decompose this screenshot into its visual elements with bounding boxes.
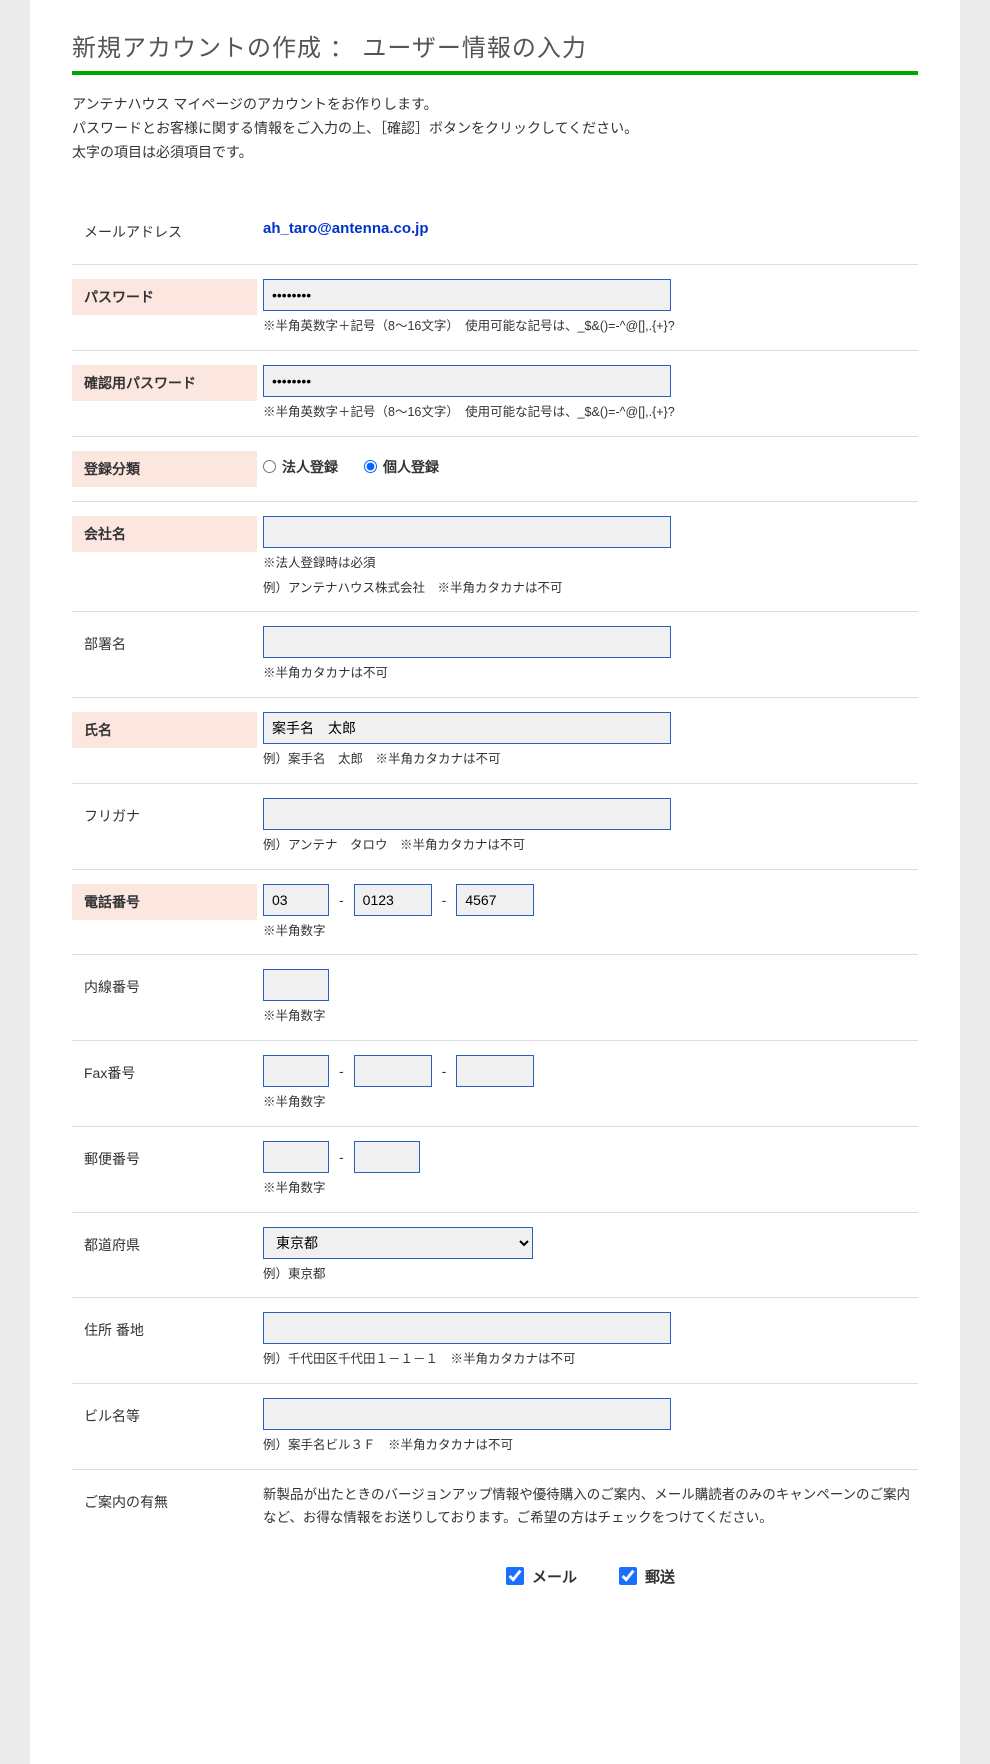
hint-extension: ※半角数字 (263, 1007, 918, 1026)
separator: - (438, 892, 451, 908)
label-address: 住所 番地 (72, 1312, 257, 1348)
building-input[interactable] (263, 1398, 671, 1430)
hint-password-confirm: ※半角英数字＋記号（8～16文字） 使用可能な記号は、_$&()=-^@[],.… (263, 403, 918, 422)
name-input[interactable] (263, 712, 671, 744)
hint-department: ※半角カタカナは不可 (263, 664, 918, 683)
separator: - (335, 1063, 348, 1079)
row-password: パスワード ※半角英数字＋記号（8～16文字） 使用可能な記号は、_$&()=-… (72, 264, 918, 350)
postal-input-1[interactable] (263, 1141, 329, 1173)
row-email: メールアドレス ah_taro@antenna.co.jp (72, 200, 918, 264)
hint-company-1: ※法人登録時は必須 (263, 554, 918, 573)
label-department: 部署名 (72, 626, 257, 662)
radio-corporate[interactable]: 法人登録 (263, 457, 338, 477)
hint-furigana: 例）アンテナ タロウ ※半角カタカナは不可 (263, 836, 918, 855)
phone-input-1[interactable] (263, 884, 329, 916)
label-email: メールアドレス (72, 214, 257, 250)
row-phone: 電話番号 - - ※半角数字 (72, 869, 918, 955)
label-guidance: ご案内の有無 (72, 1484, 257, 1520)
row-fax: Fax番号 - - ※半角数字 (72, 1040, 918, 1126)
hint-prefecture: 例）東京都 (263, 1265, 918, 1284)
label-fax: Fax番号 (72, 1055, 257, 1091)
label-name: 氏名 (72, 712, 257, 748)
separator: - (335, 892, 348, 908)
radio-individual-label: 個人登録 (383, 457, 439, 477)
hint-phone: ※半角数字 (263, 922, 918, 941)
label-password: パスワード (72, 279, 257, 315)
fax-input-2[interactable] (354, 1055, 432, 1087)
address-input[interactable] (263, 1312, 671, 1344)
label-building: ビル名等 (72, 1398, 257, 1434)
hint-company-2: 例）アンテナハウス株式会社 ※半角カタカナは不可 (263, 579, 918, 598)
hint-password: ※半角英数字＋記号（8～16文字） 使用可能な記号は、_$&()=-^@[],.… (263, 317, 918, 336)
label-phone: 電話番号 (72, 884, 257, 920)
intro-line: パスワードとお客様に関する情報をご入力の上、［確認］ボタンをクリックしてください… (72, 117, 918, 141)
label-reg-type: 登録分類 (72, 451, 257, 487)
row-prefecture: 都道府県 東京都 例）東京都 (72, 1212, 918, 1298)
radio-individual[interactable]: 個人登録 (364, 457, 439, 477)
label-furigana: フリガナ (72, 798, 257, 834)
extension-input[interactable] (263, 969, 329, 1001)
postal-input-2[interactable] (354, 1141, 420, 1173)
intro-line: アンテナハウス マイページのアカウントをお作りします。 (72, 93, 918, 117)
row-furigana: フリガナ 例）アンテナ タロウ ※半角カタカナは不可 (72, 783, 918, 869)
label-company: 会社名 (72, 516, 257, 552)
department-input[interactable] (263, 626, 671, 658)
separator: - (335, 1149, 348, 1165)
radio-corporate-label: 法人登録 (282, 457, 338, 477)
row-postal: 郵便番号 - ※半角数字 (72, 1126, 918, 1212)
radio-corporate-input[interactable] (263, 460, 276, 473)
furigana-input[interactable] (263, 798, 671, 830)
label-prefecture: 都道府県 (72, 1227, 257, 1263)
row-name: 氏名 例）案手名 太郎 ※半角カタカナは不可 (72, 697, 918, 783)
label-password-confirm: 確認用パスワード (72, 365, 257, 401)
radio-individual-input[interactable] (364, 460, 377, 473)
row-password-confirm: 確認用パスワード ※半角英数字＋記号（8～16文字） 使用可能な記号は、_$&(… (72, 350, 918, 436)
password-confirm-input[interactable] (263, 365, 671, 397)
page-title: 新規アカウントの作成 ： ユーザー情報の入力 (72, 28, 918, 75)
label-extension: 内線番号 (72, 969, 257, 1005)
row-address: 住所 番地 例）千代田区千代田１－１－１ ※半角カタカナは不可 (72, 1297, 918, 1383)
checkbox-mail[interactable]: メール (506, 1566, 577, 1587)
checkbox-mail-input[interactable] (506, 1567, 524, 1585)
checkbox-post[interactable]: 郵送 (619, 1566, 675, 1587)
password-input[interactable] (263, 279, 671, 311)
fax-input-1[interactable] (263, 1055, 329, 1087)
phone-input-3[interactable] (456, 884, 534, 916)
row-building: ビル名等 例）案手名ビル３Ｆ ※半角カタカナは不可 (72, 1383, 918, 1469)
row-company: 会社名 ※法人登録時は必須 例）アンテナハウス株式会社 ※半角カタカナは不可 (72, 501, 918, 612)
hint-name: 例）案手名 太郎 ※半角カタカナは不可 (263, 750, 918, 769)
hint-address: 例）千代田区千代田１－１－１ ※半角カタカナは不可 (263, 1350, 918, 1369)
label-postal: 郵便番号 (72, 1141, 257, 1177)
hint-postal: ※半角数字 (263, 1179, 918, 1198)
checkbox-post-input[interactable] (619, 1567, 637, 1585)
prefecture-select[interactable]: 東京都 (263, 1227, 533, 1259)
phone-input-2[interactable] (354, 884, 432, 916)
fax-input-3[interactable] (456, 1055, 534, 1087)
email-value: ah_taro@antenna.co.jp (263, 214, 918, 237)
guidance-text: 新製品が出たときのバージョンアップ情報や優待購入のご案内、メール購読者のみのキャ… (263, 1484, 918, 1530)
hint-building: 例）案手名ビル３Ｆ ※半角カタカナは不可 (263, 1436, 918, 1455)
hint-fax: ※半角数字 (263, 1093, 918, 1112)
intro-text: アンテナハウス マイページのアカウントをお作りします。 パスワードとお客様に関す… (72, 93, 918, 164)
checkbox-post-label: 郵送 (645, 1566, 675, 1587)
checkbox-mail-label: メール (532, 1566, 577, 1587)
separator: - (438, 1063, 451, 1079)
row-guidance: ご案内の有無 新製品が出たときのバージョンアップ情報や優待購入のご案内、メール購… (72, 1469, 918, 1601)
row-department: 部署名 ※半角カタカナは不可 (72, 611, 918, 697)
row-extension: 内線番号 ※半角数字 (72, 954, 918, 1040)
row-reg-type: 登録分類 法人登録 個人登録 (72, 436, 918, 501)
company-input[interactable] (263, 516, 671, 548)
intro-line: 太字の項目は必須項目です。 (72, 141, 918, 165)
